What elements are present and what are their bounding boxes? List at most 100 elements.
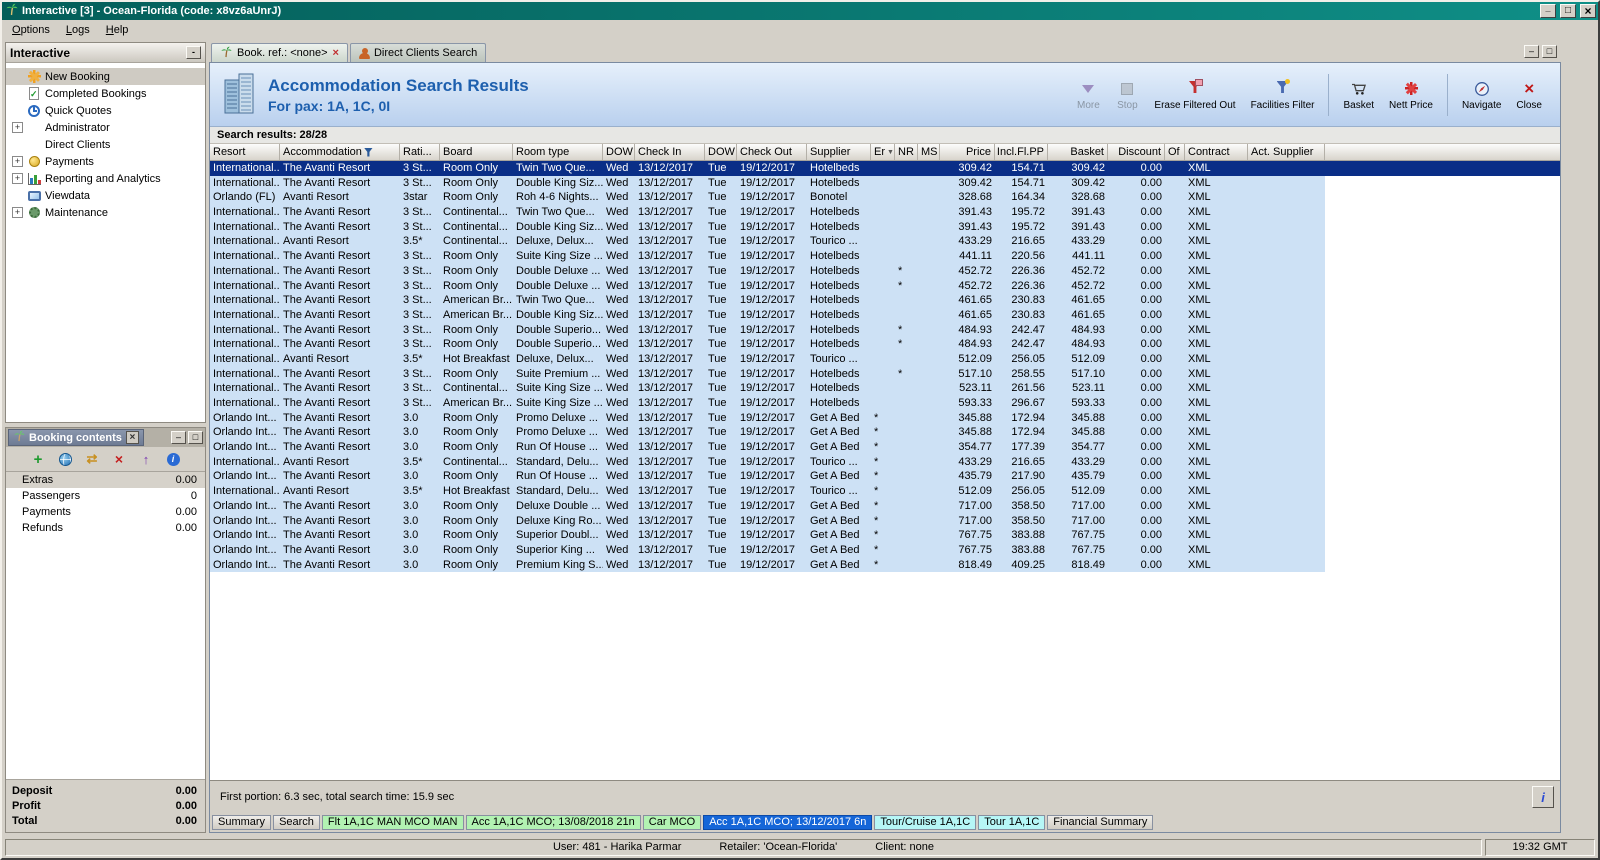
bottom-tab-financial-summary[interactable]: Financial Summary	[1047, 814, 1154, 830]
column-header-dow[interactable]: DOW	[603, 144, 635, 160]
table-row[interactable]: Orlando Int... The Avanti Resort 3.0 Room O…	[210, 542, 1325, 558]
table-row[interactable]: International... The Avanti Resort 3 St...…	[210, 175, 1325, 191]
close-button[interactable]: Close	[1510, 77, 1548, 113]
table-row[interactable]: International... The Avanti Resort 3 St...…	[210, 219, 1325, 235]
table-row[interactable]: International... Avanti Resort 3.5* Hot Bre…	[210, 351, 1325, 367]
bottom-tab-summary[interactable]: Summary	[212, 814, 272, 830]
bottom-tab-acc-1a-1c-mco-13-12-2017-6n[interactable]: Acc 1A,1C MCO; 13/12/2017 6n	[703, 814, 873, 830]
column-header-incl-fl-pp[interactable]: Incl.Fl.PP	[995, 144, 1048, 160]
table-row[interactable]: International... The Avanti Resort 3 St...…	[210, 337, 1325, 352]
table-row[interactable]: International... The Avanti Resort 3 St...…	[210, 293, 1325, 308]
booking-contents-close-icon[interactable]	[125, 431, 139, 444]
maximize-button[interactable]	[1560, 4, 1576, 18]
table-row[interactable]: Orlando Int... The Avanti Resort 3.0 Room O…	[210, 528, 1325, 543]
table-row[interactable]: International... Avanti Resort 3.5* Hot Bre…	[210, 484, 1325, 499]
booking-row-refunds[interactable]: Refunds 0.00	[6, 520, 205, 536]
table-row[interactable]: Orlando Int... The Avanti Resort 3.0 Room O…	[210, 498, 1325, 514]
booking-panel-restore-button[interactable]	[188, 431, 203, 444]
column-header-price[interactable]: Price	[940, 144, 995, 160]
info-button[interactable]	[1532, 786, 1554, 808]
table-row[interactable]: International... The Avanti Resort 3 St...…	[210, 366, 1325, 382]
bottom-tab-acc-1a-1c-mco-13-08-2018-21n[interactable]: Acc 1A,1C MCO; 13/08/2018 21n	[465, 814, 641, 830]
collapse-panel-button[interactable]	[186, 46, 201, 59]
minimize-button[interactable]	[1540, 4, 1556, 18]
filter-dropdown-icon[interactable]: ▼	[887, 149, 894, 156]
booking-panel-minimize-button[interactable]	[171, 431, 186, 444]
filter-icon[interactable]	[363, 147, 373, 157]
booking-contents-tab[interactable]: Booking contents	[8, 429, 144, 446]
column-header-accommodation[interactable]: Accommodation	[280, 144, 400, 160]
column-header-basket[interactable]: Basket	[1048, 144, 1108, 160]
table-row[interactable]: Orlando Int... The Avanti Resort 3.0 Room O…	[210, 440, 1325, 455]
column-header-check-out[interactable]: Check Out	[737, 144, 807, 160]
transfer-icon[interactable]: ⇄	[84, 451, 100, 467]
mdi-restore-button[interactable]	[1542, 45, 1557, 58]
close-button[interactable]	[1580, 4, 1596, 18]
globe-icon[interactable]	[57, 451, 73, 467]
booking-row-passengers[interactable]: Passengers 0	[6, 488, 205, 504]
table-row[interactable]: Orlando Int... The Avanti Resort 3.0 Room O…	[210, 410, 1325, 426]
bottom-tab-car-mco[interactable]: Car MCO	[642, 814, 702, 830]
column-header-of[interactable]: Of	[1165, 144, 1185, 160]
table-row[interactable]: Orlando Int... The Avanti Resort 3.0 Room O…	[210, 425, 1325, 441]
table-row[interactable]: Orlando (FL) Avanti Resort 3star Room Only R…	[210, 190, 1325, 206]
booking-row-payments[interactable]: Payments 0.00	[6, 504, 205, 520]
column-header-act-supplier[interactable]: Act. Supplier	[1248, 144, 1325, 160]
sidebar-item-direct-clients[interactable]: Direct Clients	[6, 136, 205, 153]
sidebar-item-viewdata[interactable]: Viewdata	[6, 187, 205, 204]
menu-options[interactable]: Options	[4, 22, 58, 38]
expand-icon[interactable]: +	[12, 173, 23, 184]
nett-price-button[interactable]: Nett Price	[1383, 77, 1439, 113]
booking-row-extras[interactable]: Extras 0.00	[6, 472, 205, 488]
table-row[interactable]: International... The Avanti Resort 3 St...…	[210, 278, 1325, 294]
menu-logs[interactable]: Logs	[58, 22, 98, 38]
table-row[interactable]: International... Avanti Resort 3.5* Contine…	[210, 454, 1325, 470]
table-row[interactable]: International... Avanti Resort 3.5* Contine…	[210, 234, 1325, 250]
column-header-resort[interactable]: Resort	[210, 144, 280, 160]
tab-direct-clients-search[interactable]: Direct Clients Search	[349, 43, 487, 62]
table-row[interactable]: International... The Avanti Resort 3 St...…	[210, 381, 1325, 396]
sidebar-item-maintenance[interactable]: + Maintenance	[6, 204, 205, 221]
sidebar-item-reporting-and-analytics[interactable]: + Reporting and Analytics	[6, 170, 205, 187]
info-icon[interactable]: i	[165, 451, 181, 467]
column-header-rati[interactable]: Rati...	[400, 144, 440, 160]
sidebar-item-completed-bookings[interactable]: Completed Bookings	[6, 85, 205, 102]
column-header-dow[interactable]: DOW	[705, 144, 737, 160]
column-header-supplier[interactable]: Supplier	[807, 144, 871, 160]
table-row[interactable]: International... The Avanti Resort 3 St...…	[210, 396, 1325, 411]
tab-close-icon[interactable]	[333, 48, 339, 59]
stop-button[interactable]: Stop	[1109, 77, 1145, 113]
table-row[interactable]: International... The Avanti Resort 3 St...…	[210, 322, 1325, 338]
more-button[interactable]: More	[1070, 77, 1106, 113]
sidebar-item-quick-quotes[interactable]: Quick Quotes	[6, 102, 205, 119]
column-header-nr[interactable]: NR	[895, 144, 918, 160]
table-row[interactable]: Orlando Int... The Avanti Resort 3.0 Room O…	[210, 513, 1325, 529]
tab-booking-ref[interactable]: Book. ref.: <none>	[211, 43, 348, 62]
table-row[interactable]: International... The Avanti Resort 3 St...…	[210, 161, 1560, 176]
column-header-contract[interactable]: Contract	[1185, 144, 1248, 160]
add-item-icon[interactable]: +	[30, 451, 46, 468]
bottom-tab-tour-cruise-1a-1c[interactable]: Tour/Cruise 1A,1C	[874, 814, 977, 830]
table-row[interactable]: International... The Avanti Resort 3 St...…	[210, 307, 1325, 323]
table-row[interactable]: International... The Avanti Resort 3 St...…	[210, 249, 1325, 264]
navigate-button[interactable]: Navigate	[1456, 77, 1507, 113]
move-up-icon[interactable]: ↑	[138, 451, 154, 467]
mdi-minimize-button[interactable]	[1524, 45, 1539, 58]
column-header-er[interactable]: Er ▼	[871, 144, 895, 160]
table-row[interactable]: International... The Avanti Resort 3 St...…	[210, 205, 1325, 220]
table-row[interactable]: Orlando Int... The Avanti Resort 3.0 Room O…	[210, 557, 1325, 573]
bottom-tab-tour-1a-1c[interactable]: Tour 1A,1C	[978, 814, 1046, 830]
column-header-ms[interactable]: MS	[918, 144, 940, 160]
menu-help[interactable]: Help	[98, 22, 137, 38]
column-header-discount[interactable]: Discount	[1108, 144, 1165, 160]
expand-icon[interactable]: +	[12, 156, 23, 167]
facilities-filter-button[interactable]: Facilities Filter	[1245, 77, 1321, 113]
column-header-check-in[interactable]: Check In	[635, 144, 705, 160]
erase-filtered-out-button[interactable]: Erase Filtered Out	[1148, 77, 1241, 113]
column-header-board[interactable]: Board	[440, 144, 513, 160]
bottom-tab-search[interactable]: Search	[273, 814, 320, 830]
delete-item-icon[interactable]: ×	[111, 451, 127, 467]
expand-icon[interactable]: +	[12, 207, 23, 218]
sidebar-item-new-booking[interactable]: New Booking	[6, 68, 205, 85]
column-header-room-type[interactable]: Room type	[513, 144, 603, 160]
